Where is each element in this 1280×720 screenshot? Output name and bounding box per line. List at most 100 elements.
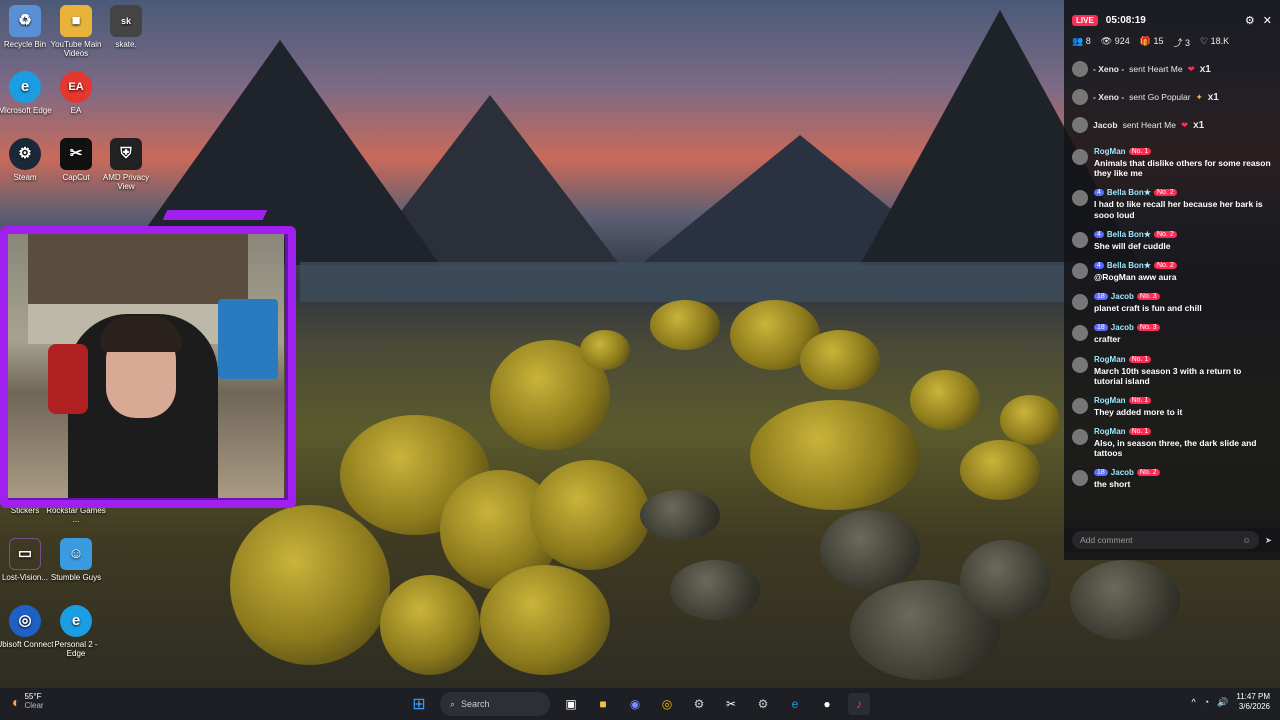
desktop-icon-amd-privacy-view[interactable]: ⛨ AMD Privacy View [94,138,158,191]
username[interactable]: RogMan [1094,355,1126,364]
username[interactable]: Bella Bon★ [1107,188,1151,197]
username[interactable]: Jacob [1111,323,1134,332]
chrome-icon[interactable]: ◎ [656,693,678,715]
emoji-icon[interactable]: ☺ [1242,535,1251,545]
level-badge: 18 [1094,324,1108,332]
tiktok-icon[interactable]: ♪ [848,693,870,715]
edge-icon: e [60,605,92,637]
chat-message: RogMan No. 1 They added more to it [1064,392,1280,423]
share-icon: ⤴ [1173,38,1183,48]
send-icon[interactable]: ➤ [1265,535,1272,546]
obs-icon[interactable]: ● [816,693,838,715]
rank-badge: No. 1 [1128,355,1152,363]
chat-message: 4 Bella Bon★ No. 2 @RogMan aww aura [1064,257,1280,288]
message-text: planet craft is fun and chill [1094,303,1202,314]
discord-icon[interactable]: ◉ [624,693,646,715]
username[interactable]: Jacob [1111,292,1134,301]
chat-message: RogMan No. 1 March 10th season 3 with a re… [1064,351,1280,392]
steam-icon: ⚙ [9,138,41,170]
chat-message: 4 Bella Bon★ No. 2 I had to like recall her… [1064,184,1280,225]
desktop-icon-rockstar[interactable]: Rockstar Games ... [44,506,108,524]
capcut-icon[interactable]: ✂ [720,693,742,715]
avatar [1072,294,1088,311]
message-text: the short [1094,479,1131,490]
settings-icon[interactable]: ⚙ [1245,14,1255,27]
desktop-icon-personal-edge[interactable]: e Personal 2 - Edge [44,605,108,658]
avatar [1072,231,1088,248]
badges: 18 Jacob No. 3 [1094,292,1272,301]
level-badge: 18 [1094,293,1108,301]
webcam-video [8,234,284,498]
steam-icon[interactable]: ⚙ [688,693,710,715]
recycle-bin-icon: ♻ [9,5,41,37]
message-text: @RogMan aww aura [1094,271,1177,282]
edge-icon[interactable]: e [784,693,806,715]
chat-message: 18 Jacob No. 3 crafter [1064,319,1280,350]
clock[interactable]: 11:47 PM 3/6/2026 [1236,692,1270,713]
taskbar: ◐ 55°F Clear ⊞ ⌕ Search ▣ ■ ◉ ◎ ⚙ ✂ ⚙ e … [0,688,1280,720]
weather-icon: ◐ [12,693,21,710]
desktop-icon-stumble-guys[interactable]: ☺ Stumble Guys [44,538,108,582]
badges: RogMan No. 1 [1094,396,1272,405]
username[interactable]: RogMan [1094,147,1126,156]
rank-badge: No. 3 [1136,324,1160,332]
ea-icon: EA [60,71,92,103]
file-explorer-icon[interactable]: ■ [592,693,614,715]
close-icon[interactable]: ✕ [1263,14,1272,27]
ubisoft-icon: ◎ [9,605,41,637]
capcut-icon: ✂ [60,138,92,170]
avatar [1072,429,1088,446]
gifts-stat: 🎁 15 [1139,36,1164,46]
users-icon: 👥 [1072,36,1084,46]
edge-icon: e [9,71,41,103]
desktop-icon-skate[interactable]: sk skate. [94,5,158,49]
gift-row: - Xeno - sent Go Popular ✦ x1 [1064,83,1280,111]
level-badge: 4 [1094,230,1104,238]
avatar [1072,190,1088,207]
task-view-icon[interactable]: ▣ [560,693,582,715]
username[interactable]: Jacob [1111,468,1134,477]
eye-icon: 👁 [1100,36,1113,46]
badges: 4 Bella Bon★ No. 2 [1094,188,1272,197]
chat-message: RogMan No. 1 Also, in season three, the da… [1064,423,1280,464]
stream-stats: 👥 8 👁 924 🎁 15 ⤴ 3 ♡ 18.K [1064,30,1280,55]
gift-row: Jacob sent Heart Me ❤ x1 [1064,111,1280,139]
badges: 18 Jacob No. 3 [1094,323,1272,332]
wifi-icon[interactable]: ◔ [1204,697,1209,707]
username[interactable]: RogMan [1094,396,1126,405]
avatar [1072,356,1088,373]
gift-icon: 🎁 [1139,36,1151,46]
badges: RogMan No. 1 [1094,147,1272,156]
desktop-icon-ea[interactable]: EA EA [44,71,108,115]
chat-message: 4 Bella Bon★ No. 2 She will def cuddle [1064,226,1280,257]
rank-badge: No. 1 [1128,396,1152,404]
message-text: Animals that dislike others for some rea… [1094,158,1271,179]
username[interactable]: RogMan [1094,427,1126,436]
username[interactable]: Bella Bon★ [1107,261,1151,270]
search-box[interactable]: ⌕ Search [440,692,550,716]
badges: RogMan No. 1 [1094,355,1272,364]
heart-me-icon: ❤ [1180,119,1189,130]
weather-widget[interactable]: ◐ 55°F Clear [12,692,44,711]
chevron-up-icon[interactable]: ^ [1191,697,1195,707]
level-badge: 4 [1094,189,1104,197]
heart-icon: ♡ [1200,36,1209,46]
search-icon: ⌕ [450,698,456,709]
badges: RogMan No. 1 [1094,427,1272,436]
stumble-guys-icon: ☺ [60,538,92,570]
rank-badge: No. 2 [1136,469,1160,477]
heart-me-icon: ❤ [1187,63,1195,74]
lost-vision-icon: ▭ [9,538,41,570]
speaker-icon[interactable]: 🔊 [1217,697,1228,708]
chat-message: RogMan No. 1 Animals that dislike others f… [1064,143,1280,184]
chat-message: 18 Jacob No. 2 the short [1064,464,1280,495]
comment-input[interactable]: Add comment ☺ [1072,531,1259,549]
avatar [1072,61,1088,77]
go-popular-icon: ✦ [1195,91,1203,102]
taskbar-apps: ⊞ ⌕ Search ▣ ■ ◉ ◎ ⚙ ✂ ⚙ e ● ♪ [408,692,870,716]
rank-badge: No. 1 [1128,148,1152,155]
username[interactable]: Bella Bon★ [1107,230,1151,239]
start-button[interactable]: ⊞ [408,693,430,715]
webcam-overlay [0,210,300,508]
settings-icon[interactable]: ⚙ [752,693,774,715]
